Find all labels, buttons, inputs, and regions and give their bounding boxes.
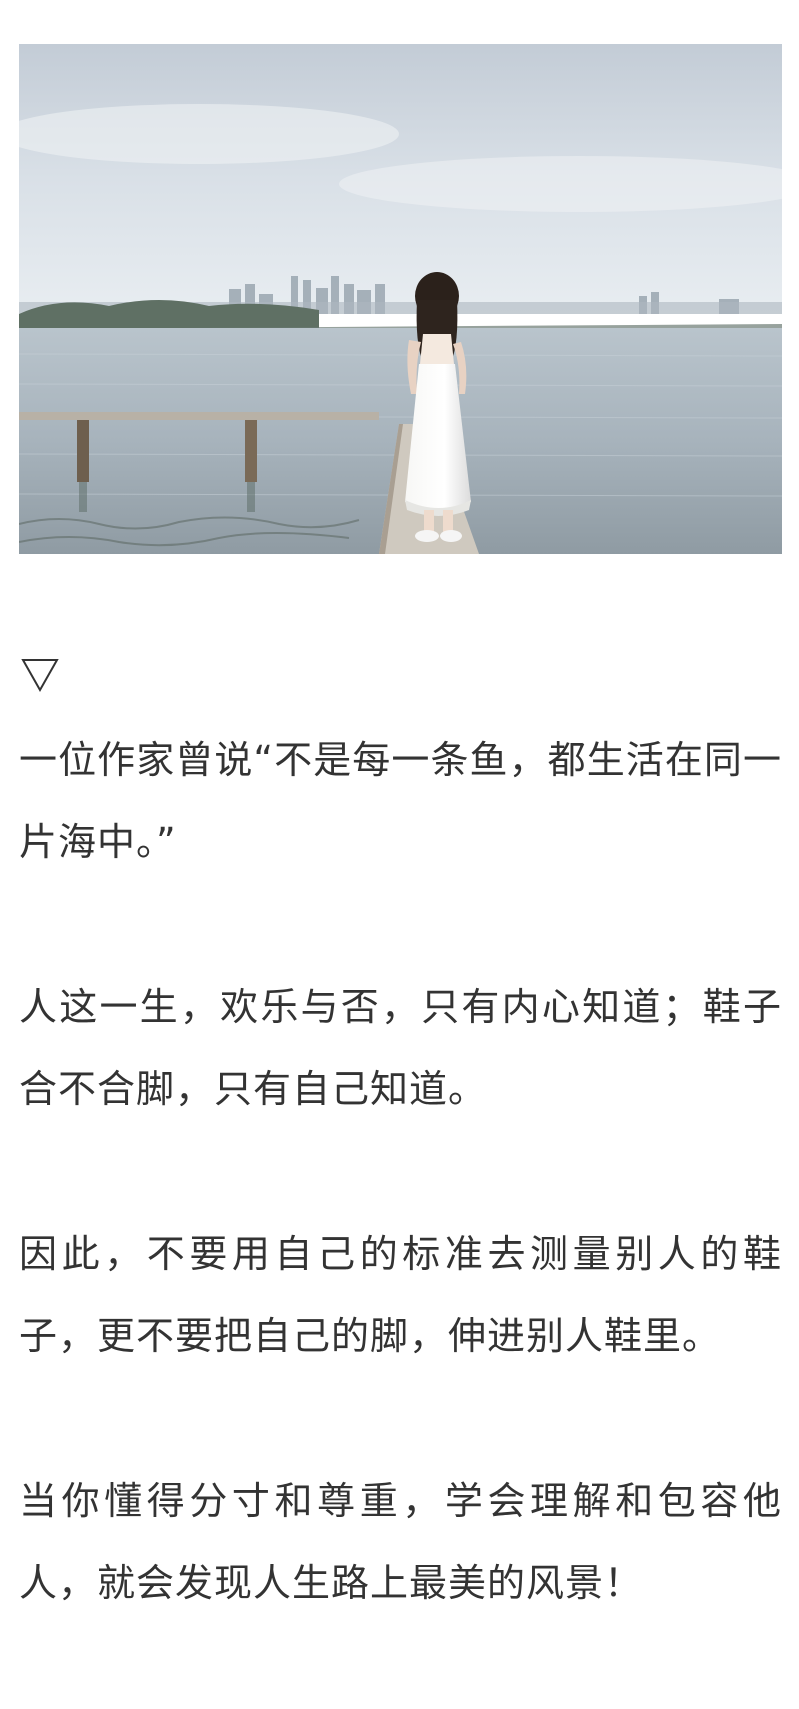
down-triangle-outline-icon — [19, 652, 61, 694]
article-photo — [19, 44, 782, 554]
paragraph-1: 一位作家曾说“不是每一条鱼，都生活在同一片海中。” — [19, 738, 782, 864]
lake-pier-photo — [19, 44, 782, 554]
paragraph-4: 当你懂得分寸和尊重，学会理解和包容他人，就会发现人生路上最美的风景！ — [19, 1479, 782, 1605]
paragraph-3: 因此，不要用自己的标准去测量别人的鞋子，更不要把自己的脚，伸进别人鞋里。 — [19, 1232, 782, 1358]
paragraph-2: 人这一生，欢乐与否，只有内心知道；鞋子合不合脚，只有自己知道。 — [19, 985, 782, 1111]
